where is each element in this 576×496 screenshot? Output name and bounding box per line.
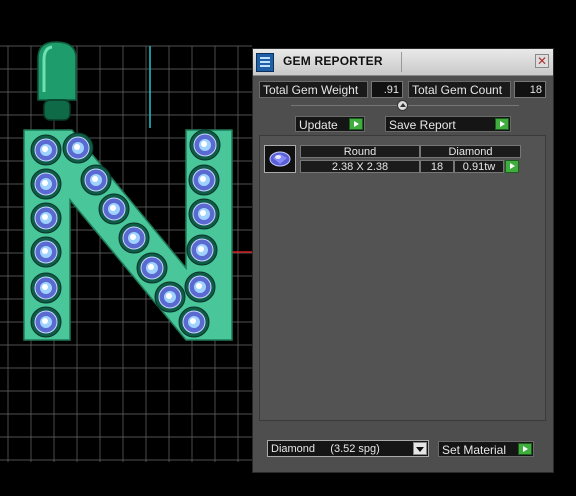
set-material-button-label: Set Material	[442, 443, 507, 457]
save-report-button[interactable]: Save Report	[385, 116, 511, 132]
gem-stone	[30, 202, 62, 234]
chevron-down-icon[interactable]	[413, 442, 427, 455]
window-title: GEM REPORTER	[283, 54, 383, 68]
total-gem-count-value: 18	[514, 81, 546, 98]
gem-report-list: Round Diamond 2.38 X 2.38 18 0.91tw	[259, 135, 546, 421]
play-arrow-icon	[495, 118, 509, 130]
gem-stone	[184, 271, 216, 303]
report-icon	[256, 53, 274, 72]
gem-stone	[188, 198, 220, 230]
total-gem-count-label: Total Gem Count	[408, 81, 511, 98]
update-button[interactable]: Update	[295, 116, 365, 132]
shape-header: Round	[300, 145, 420, 158]
gem-stone	[118, 222, 150, 254]
set-material-button[interactable]: Set Material	[438, 441, 534, 457]
gem-stone	[189, 129, 221, 161]
total-gem-weight-value: .91	[371, 81, 403, 98]
update-button-label: Update	[299, 118, 338, 132]
gem-stone	[186, 234, 218, 266]
gem-stone	[62, 132, 94, 164]
material-select-value: Diamond (3.52 spg)	[271, 443, 380, 455]
splitter-handle[interactable]	[397, 100, 408, 111]
gem-weight: 0.91tw	[454, 160, 504, 173]
gem-stone	[30, 168, 62, 200]
material-select[interactable]: Diamond (3.52 spg)	[267, 440, 429, 457]
total-gem-weight-label: Total Gem Weight	[259, 81, 368, 98]
gem-stone	[30, 134, 62, 166]
close-icon[interactable]: ✕	[535, 54, 549, 68]
gem-stone	[154, 281, 186, 313]
title-bar[interactable]: GEM REPORTER ✕	[253, 49, 553, 76]
gem-count: 18	[420, 160, 454, 173]
gem-stone	[188, 164, 220, 196]
gem-stone	[30, 236, 62, 268]
material-header: Diamond	[420, 145, 521, 158]
gem-stone	[98, 193, 130, 225]
gem-stone	[136, 252, 168, 284]
round-diamond-icon[interactable]	[264, 145, 296, 173]
gem-stone	[30, 272, 62, 304]
gem-stone	[178, 306, 210, 338]
save-report-button-label: Save Report	[389, 118, 456, 132]
play-arrow-icon	[518, 443, 532, 455]
gem-stone	[80, 164, 112, 196]
pendant-bail	[37, 41, 77, 121]
gem-stone	[30, 306, 62, 338]
gem-size: 2.38 X 2.38	[300, 160, 420, 173]
title-divider	[401, 52, 402, 72]
gem-reporter-panel: GEM REPORTER ✕ Total Gem Weight .91 Tota…	[252, 48, 554, 473]
play-arrow-icon	[349, 118, 363, 130]
play-arrow-icon[interactable]	[505, 160, 519, 173]
